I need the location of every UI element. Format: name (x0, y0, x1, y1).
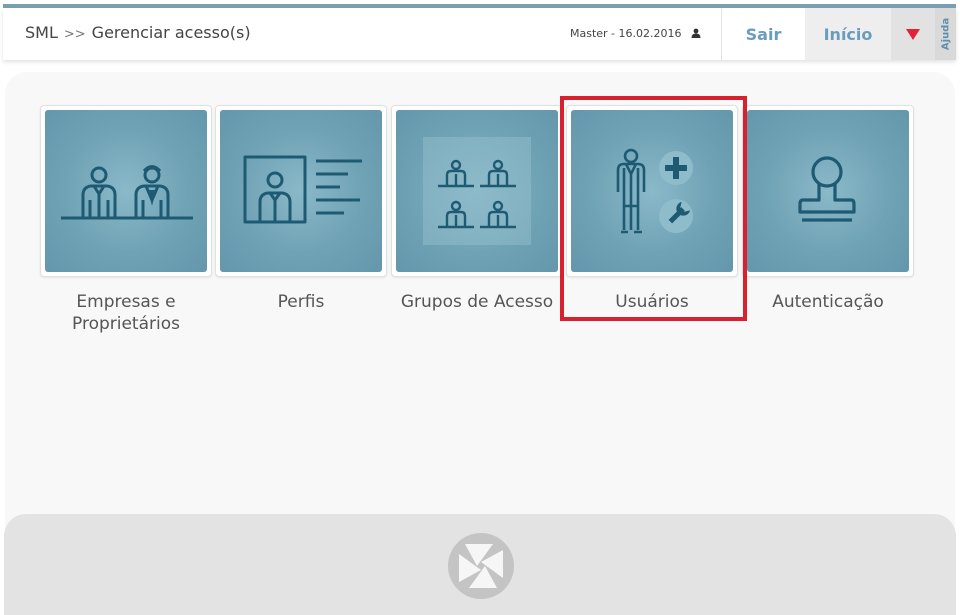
tile-autenticacao[interactable]: Autenticação (742, 105, 914, 313)
tile-label: Perfis (277, 292, 325, 312)
breadcrumb-current-page: Gerenciar acesso(s) (91, 23, 251, 42)
header-bar: SML >> Gerenciar acesso(s) Master - 16.02.… (3, 8, 956, 60)
tile-empresas-proprietarios[interactable]: Empresas e Proprietários (40, 105, 212, 335)
stamp-icon (798, 156, 856, 222)
tile-card (391, 105, 563, 277)
tile-face (396, 110, 558, 272)
user-info-text: Master - 16.02.2016 (570, 27, 682, 40)
profile-card-icon (243, 155, 362, 224)
breadcrumb-separator: >> (63, 27, 86, 42)
tile-face (747, 110, 909, 272)
home-button[interactable]: Início (805, 8, 891, 60)
help-label: Ajuda (940, 17, 951, 51)
tile-face (220, 110, 382, 272)
tile-grupos-acesso[interactable]: Grupos de Acesso (391, 105, 563, 313)
tile-face (45, 110, 207, 272)
tile-label: Grupos de Acesso (400, 292, 554, 312)
tile-label: Usuários (615, 292, 689, 312)
app-logo-icon (448, 533, 514, 599)
user-icon (691, 28, 701, 38)
user-info: Master - 16.02.2016 (570, 27, 701, 40)
app-window: SML >> Gerenciar acesso(s) Master - 16.02.… (0, 0, 960, 615)
tile-face (571, 110, 733, 272)
tile-card (742, 105, 914, 277)
triangle-down-icon (906, 28, 920, 40)
footer (4, 514, 956, 615)
tile-label: Empresas e Proprietários (72, 292, 180, 334)
tile-card (40, 105, 212, 277)
tile-usuarios[interactable]: Usuários (566, 105, 738, 313)
tile-card (566, 105, 738, 277)
access-groups-icon (423, 137, 531, 245)
logout-button[interactable]: Sair (721, 8, 805, 60)
tile-perfis[interactable]: Perfis (215, 105, 387, 313)
tile-label: Autenticação (772, 292, 884, 312)
breadcrumb-root[interactable]: SML (25, 23, 58, 42)
business-people-icon (61, 165, 193, 220)
user-add-settings-icon (616, 148, 693, 234)
menu-dropdown-button[interactable] (891, 8, 935, 60)
tile-card (215, 105, 387, 277)
breadcrumb: SML >> Gerenciar acesso(s) (25, 23, 251, 42)
help-button[interactable]: Ajuda (935, 8, 956, 60)
